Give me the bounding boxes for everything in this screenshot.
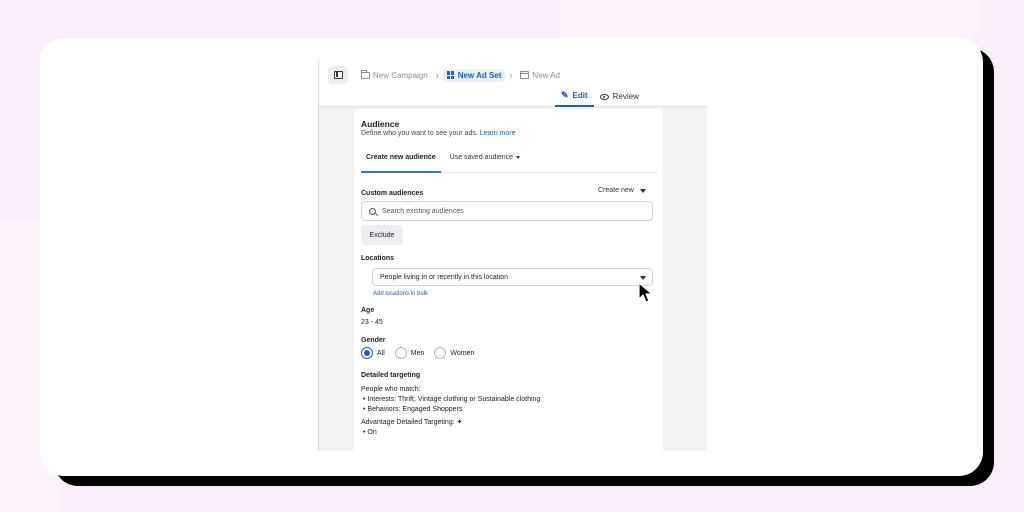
chevron-right-icon: › [509,70,513,80]
gender-radio-women[interactable] [434,347,447,359]
gender-option-men: Men [410,349,425,357]
locations-select-value: People living in or recently in this loc… [380,273,509,281]
sidebar-toggle-button[interactable] [328,66,348,84]
targeting-behaviors: Behaviors: Engaged Shoppers [367,406,463,413]
breadcrumb-ad-set[interactable]: New Ad Set [442,68,506,82]
people-who-match-label: People who match: [361,386,421,393]
advantage-targeting-label: Advantage Detailed Targeting: [361,419,455,426]
custom-audiences-label: Custom audiences [361,190,424,197]
targeting-interests: Interests: Thrift, Vintage clothing or S… [367,396,541,403]
advantage-targeting: Advantage Detailed Targeting: ✦ [361,418,463,426]
tab-review[interactable]: Review [594,88,645,107]
sparkle-icon: ✦ [456,419,463,426]
chevron-right-icon: › [435,70,439,80]
grid-icon [446,71,455,79]
list-item: • Behaviors: Engaged Shoppers [363,406,463,413]
advantage-targeting-value: On [367,429,377,436]
pencil-icon: ✎ [561,90,569,100]
mouse-cursor-icon [638,282,653,303]
ads-manager-screenshot: New Campaign › New Ad Set › New Ad ✎ Edi… [318,61,707,451]
create-new-label: Create new [598,187,634,194]
gender-label: Gender [361,337,386,344]
tab-create-new-audience-label: Create new audience [366,154,436,161]
list-item: • On [363,429,377,436]
search-audiences-input[interactable]: Search existing audiences [361,201,653,221]
chevron-down-icon [640,276,646,280]
gender-option-women: Women [450,349,475,357]
folder-icon [361,69,370,79]
detailed-targeting-label: Detailed targeting [361,372,421,379]
gender-radio-group: All Men Women [361,347,484,359]
audience-title: Audience [361,119,400,129]
search-placeholder: Search existing audiences [382,207,464,215]
create-new-dropdown[interactable]: Create new [598,187,646,194]
audience-tabs: Create new audience Use saved audience [361,150,657,173]
mode-tabs: ✎ Edit Review [555,88,645,107]
tab-edit[interactable]: ✎ Edit [555,88,594,107]
add-locations-bulk-link[interactable]: Add locations in bulk [373,291,428,297]
age-value[interactable]: 23 - 45 [361,319,383,326]
eye-icon [599,93,609,100]
breadcrumb: New Campaign › New Ad Set › New Ad [357,67,564,83]
tab-review-label: Review [612,92,639,101]
sidebar-icon [333,71,343,79]
search-icon [369,207,376,215]
age-label: Age [361,307,375,314]
chevron-down-icon [639,188,646,193]
gender-radio-all[interactable] [361,347,373,359]
top-bar: New Campaign › New Ad Set › New Ad ✎ Edi… [319,61,707,107]
audience-panel: Audience Define who you want to see your… [354,109,663,451]
ad-icon [520,71,530,79]
gender-option-all: All [377,349,385,357]
tab-use-saved-audience[interactable]: Use saved audience [445,150,525,173]
tab-create-new-audience[interactable]: Create new audience [361,150,441,173]
learn-more-link[interactable]: Learn more [480,130,516,137]
tab-edit-label: Edit [572,91,588,100]
list-item: • Interests: Thrift, Vintage clothing or… [363,396,541,403]
chevron-down-icon [516,155,521,159]
audience-description: Define who you want to see your ads. Lea… [361,130,515,137]
breadcrumb-ad-label: New Ad [532,70,560,80]
audience-description-text: Define who you want to see your ads. [361,130,478,137]
exclude-button[interactable]: Exclude [361,225,403,245]
breadcrumb-ad-set-label: New Ad Set [457,70,502,80]
gender-radio-men[interactable] [394,347,407,359]
breadcrumb-campaign[interactable]: New Campaign [357,69,432,82]
breadcrumb-ad[interactable]: New Ad [516,69,564,82]
breadcrumb-campaign-label: New Campaign [373,70,428,80]
tab-use-saved-audience-label: Use saved audience [449,154,514,161]
locations-select[interactable]: People living in or recently in this loc… [372,268,653,286]
locations-label: Locations [361,255,395,262]
exclude-button-label: Exclude [369,231,395,239]
